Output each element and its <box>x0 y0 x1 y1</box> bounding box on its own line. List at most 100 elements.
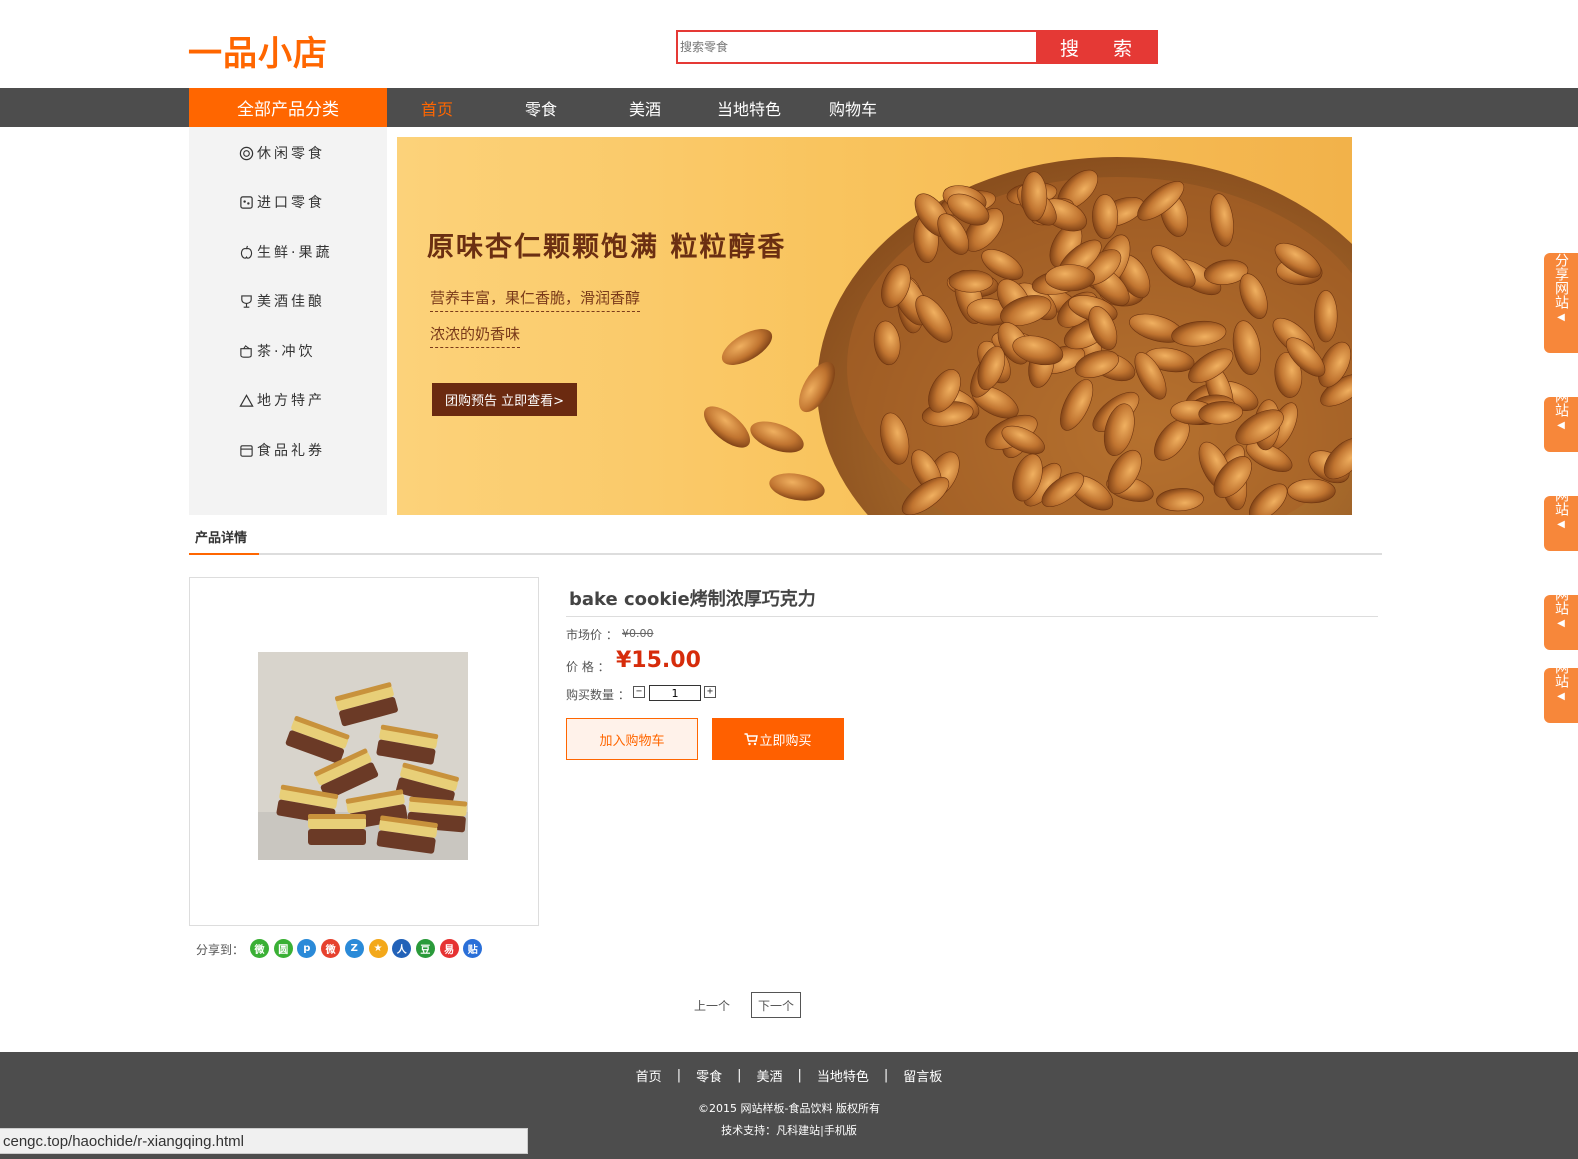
renren-icon[interactable]: 人 <box>392 939 412 958</box>
chevron-left-icon: ◀ <box>1557 691 1565 702</box>
footer-separator: | <box>676 1068 682 1083</box>
buy-now-label: 立即购买 <box>759 733 812 749</box>
banner-title: 原味杏仁颗颗饱满 粒粒醇香 <box>427 232 787 263</box>
almond-shape <box>948 269 994 293</box>
search-input[interactable] <box>678 32 1036 62</box>
weibo-icon[interactable]: 微 <box>321 939 341 958</box>
float-tab-site-2[interactable]: 网站 ◀ <box>1544 397 1578 452</box>
footer-separator: | <box>883 1068 889 1083</box>
float-tab-site-4[interactable]: 网站 ◀ <box>1544 595 1578 650</box>
import-icon <box>237 193 255 211</box>
browser-status-url: cengc.top/haochide/r-xiangqing.html <box>0 1128 528 1154</box>
almond-shape <box>703 406 751 448</box>
mountain-icon <box>237 391 255 409</box>
fruit-icon <box>237 243 255 261</box>
almond-shape <box>750 421 804 453</box>
sidebar-item-label: 休闲零食 <box>257 146 325 162</box>
sidebar-item-label: 美酒佳酿 <box>257 294 325 310</box>
douban-icon[interactable]: 豆 <box>415 939 435 958</box>
nav-item-home[interactable]: 首页 <box>385 88 489 127</box>
category-sidebar: 休闲零食 进口零食 生鲜·果蔬 美酒佳酿 茶·冲饮 地方特产 食品礼券 <box>189 127 387 515</box>
snack-icon <box>237 144 255 162</box>
nav-item-cart[interactable]: 购物车 <box>801 88 905 127</box>
sidebar-item-label: 茶·冲饮 <box>257 344 316 360</box>
sidebar-item-tea-drinks[interactable]: 茶·冲饮 <box>237 341 315 361</box>
tab-active-indicator <box>189 553 259 555</box>
price-label: 价 格 ： <box>566 660 610 674</box>
float-tab-label: 分享网站 <box>1553 253 1569 309</box>
gift-box-icon <box>237 441 255 459</box>
float-tab-share-site[interactable]: 分享网站 ◀ <box>1544 253 1578 353</box>
footer-separator: | <box>797 1068 802 1083</box>
market-price-label: 市场价 ： <box>566 628 618 642</box>
banner-subtitle-2: 浓浓的奶香味 <box>430 323 521 348</box>
wine-glass-icon <box>237 292 255 310</box>
quantity-minus-button[interactable]: − <box>633 686 645 698</box>
sidebar-item-casual-snacks[interactable]: 休闲零食 <box>237 143 325 163</box>
promo-banner[interactable]: 原味杏仁颗颗饱满 粒粒醇香 营养丰富，果仁香脆，滑润香醇 浓浓的奶香味 团购预告… <box>397 137 1352 515</box>
qzone-icon[interactable]: Z <box>344 939 364 958</box>
chevron-left-icon: ◀ <box>1557 420 1565 431</box>
float-tab-site-5[interactable]: 网站 ◀ <box>1544 668 1578 723</box>
chevron-left-icon: ◀ <box>1557 312 1565 323</box>
almond-bowl-image <box>703 157 1352 515</box>
main-nav: 全部产品分类 首页 零食 美酒 当地特色 购物车 <box>0 88 1578 127</box>
nav-item-local[interactable]: 当地特色 <box>697 88 801 127</box>
float-tab-label: 网站 <box>1553 397 1569 417</box>
footer-link-wine[interactable]: 美酒 <box>756 1066 782 1085</box>
sidebar-item-label: 进口零食 <box>257 195 325 211</box>
sidebar-item-label: 生鲜·果蔬 <box>257 245 333 261</box>
footer-separator: | <box>737 1068 742 1083</box>
next-button[interactable]: 下一个 <box>751 992 801 1018</box>
share-label: 分享到： <box>196 943 245 957</box>
price: ¥15.00 <box>616 648 701 673</box>
nav-item-snacks[interactable]: 零食 <box>489 88 593 127</box>
sidebar-item-food-vouchers[interactable]: 食品礼券 <box>237 440 325 460</box>
chevron-left-icon: ◀ <box>1557 618 1565 629</box>
buy-now-button[interactable]: 立即购买 <box>712 718 844 760</box>
search-button[interactable]: 搜 索 <box>1036 32 1156 62</box>
site-logo[interactable]: 一品小店 <box>188 26 328 75</box>
footer-links: 首页 | 零食 | 美酒 | 当地特色 | 留言板 <box>0 1066 1578 1085</box>
pengyou-icon[interactable]: p <box>297 939 317 958</box>
product-title: bake cookie烤制浓厚巧克力 <box>569 589 816 610</box>
cookie-shape <box>308 814 366 845</box>
copyright-text: ©2015 网站样板-食品饮料 版权所有 <box>698 1102 880 1115</box>
almond-shape <box>1287 478 1336 504</box>
almond-shape <box>769 473 825 501</box>
footer-link-snacks[interactable]: 零食 <box>696 1066 722 1085</box>
nav-item-wine[interactable]: 美酒 <box>593 88 697 127</box>
sidebar-item-local-specialties[interactable]: 地方特产 <box>237 390 325 410</box>
qq-star-icon[interactable]: ★ <box>368 939 388 958</box>
sidebar-item-imported-snacks[interactable]: 进口零食 <box>237 192 325 212</box>
sidebar-item-fresh-produce[interactable]: 生鲜·果蔬 <box>237 242 332 262</box>
prev-button[interactable]: 上一个 <box>694 997 730 1014</box>
float-tab-site-3[interactable]: 网站 ◀ <box>1544 496 1578 551</box>
search-bar: 搜 索 <box>676 30 1158 64</box>
tieba-icon[interactable]: 贴 <box>463 939 483 958</box>
sidebar-item-label: 地方特产 <box>257 393 325 409</box>
almond-shape <box>1044 264 1095 292</box>
footer-link-home[interactable]: 首页 <box>636 1066 662 1085</box>
sidebar-item-fine-wine[interactable]: 美酒佳酿 <box>237 291 325 311</box>
tab-divider <box>189 553 1382 555</box>
tab-product-detail[interactable]: 产品详情 <box>195 527 247 546</box>
netease-icon[interactable]: 易 <box>439 939 459 958</box>
quantity-plus-button[interactable]: + <box>704 686 716 698</box>
moments-icon[interactable]: 圆 <box>273 939 293 958</box>
product-photo[interactable] <box>258 652 468 860</box>
footer-link-local[interactable]: 当地特色 <box>817 1066 869 1085</box>
product-image-frame <box>189 577 539 926</box>
cart-icon <box>744 732 759 746</box>
quantity-input[interactable] <box>649 685 701 701</box>
sidebar-item-label: 食品礼券 <box>257 443 325 459</box>
almond-shape <box>1314 290 1338 343</box>
all-categories-button[interactable]: 全部产品分类 <box>189 88 387 127</box>
add-to-cart-button[interactable]: 加入购物车 <box>566 718 698 760</box>
market-price: ¥0.00 <box>622 627 654 640</box>
group-buy-button[interactable]: 团购预告 立即查看> <box>432 383 577 416</box>
wechat-icon[interactable]: 微 <box>250 939 269 958</box>
float-tab-label: 网站 <box>1553 496 1569 516</box>
footer-link-guestbook[interactable]: 留言板 <box>903 1066 942 1085</box>
chevron-left-icon: ◀ <box>1557 519 1565 530</box>
